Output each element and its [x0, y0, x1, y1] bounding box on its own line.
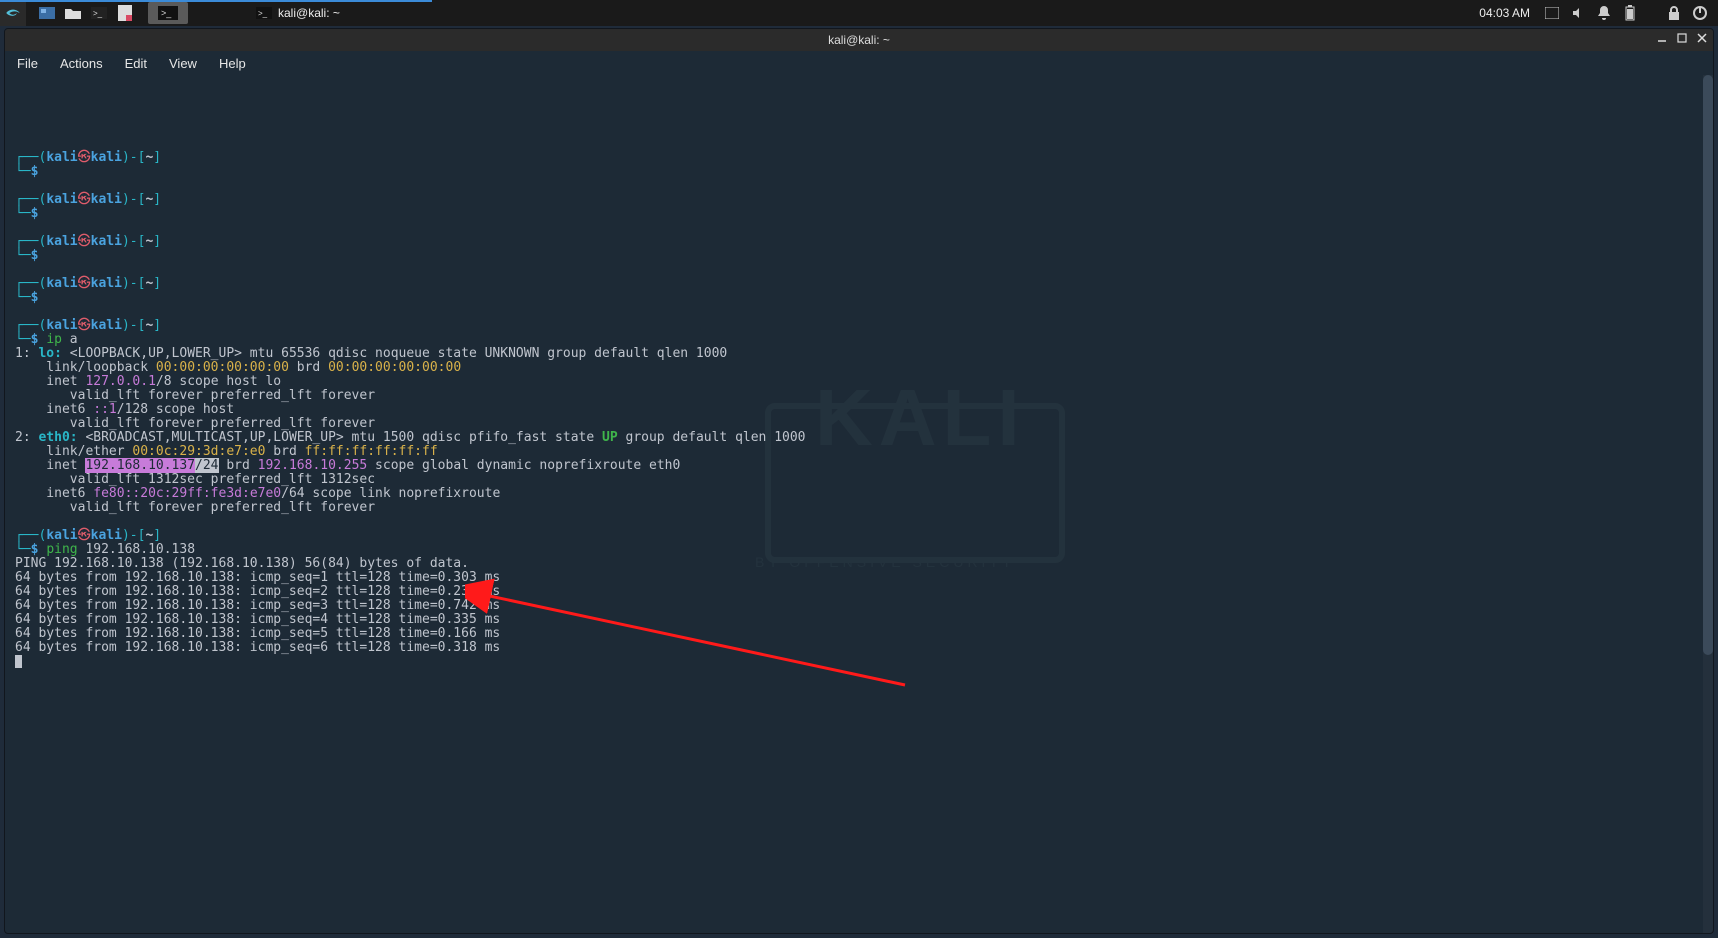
- window-close-button[interactable]: [1695, 31, 1709, 45]
- ping-line: 64 bytes from 192.168.10.138: icmp_seq=1…: [15, 570, 500, 585]
- ping-header: PING 192.168.10.138 (192.168.10.138) 56(…: [15, 556, 469, 571]
- terminal-output: ┌──(kali㉿kali)-[~] └─$ ┌──(kali㉿kali)-[~…: [15, 151, 1713, 670]
- taskbar-title-text: kali@kali: ~: [278, 6, 340, 20]
- power-icon[interactable]: [1692, 5, 1708, 21]
- scrollbar-thumb[interactable]: [1703, 75, 1713, 655]
- ping-line: 64 bytes from 192.168.10.138: icmp_seq=5…: [15, 626, 500, 641]
- terminal-launcher-icon[interactable]: >_: [86, 0, 112, 26]
- window-maximize-button[interactable]: [1675, 31, 1689, 45]
- cmd-ping: ping: [46, 542, 77, 557]
- terminal-cursor: [15, 655, 22, 668]
- ping-line: 64 bytes from 192.168.10.138: icmp_seq=4…: [15, 612, 500, 627]
- menu-edit[interactable]: Edit: [125, 56, 147, 71]
- taskbar-item-terminal-title[interactable]: >_ kali@kali: ~: [250, 2, 350, 24]
- menu-help[interactable]: Help: [219, 56, 246, 71]
- top-panel: >_ >_ >_ kali@kali: ~ 04:03 AM: [0, 0, 1718, 26]
- window-title: kali@kali: ~: [828, 33, 890, 47]
- menubar: File Actions Edit View Help: [5, 51, 1713, 75]
- panel-clock[interactable]: 04:03 AM: [1479, 6, 1530, 20]
- selected-ip: 192.168.10.137: [85, 458, 195, 473]
- file-manager-icon[interactable]: [60, 0, 86, 26]
- ping-line: 64 bytes from 192.168.10.138: icmp_seq=6…: [15, 640, 500, 655]
- app-menu-icon[interactable]: [0, 0, 26, 26]
- show-desktop-icon[interactable]: [34, 0, 60, 26]
- menu-actions[interactable]: Actions: [60, 56, 103, 71]
- menu-file[interactable]: File: [17, 56, 38, 71]
- cmd-ip: ip: [46, 332, 62, 347]
- panel-active-indicator: [0, 0, 432, 2]
- notifications-icon[interactable]: [1596, 5, 1612, 21]
- workspace-switcher-icon[interactable]: [1544, 5, 1560, 21]
- taskbar-item-terminal[interactable]: >_: [148, 2, 188, 24]
- svg-text:>_: >_: [258, 9, 268, 18]
- battery-icon[interactable]: [1622, 5, 1638, 21]
- volume-icon[interactable]: [1570, 5, 1586, 21]
- lock-icon[interactable]: [1666, 5, 1682, 21]
- svg-text:>_: >_: [161, 8, 172, 18]
- ping-line: 64 bytes from 192.168.10.138: icmp_seq=3…: [15, 598, 500, 613]
- text-editor-icon[interactable]: [112, 0, 138, 26]
- ping-line: 64 bytes from 192.168.10.138: icmp_seq=2…: [15, 584, 500, 599]
- terminal-window: kali@kali: ~ File Actions Edit View Help…: [4, 28, 1714, 934]
- svg-text:>_: >_: [93, 9, 103, 18]
- window-titlebar[interactable]: kali@kali: ~: [5, 29, 1713, 51]
- terminal-body[interactable]: KALI BY OFFENSIVE SECURITY ┌──(kali㉿kali…: [5, 75, 1713, 933]
- window-minimize-button[interactable]: [1655, 31, 1669, 45]
- scrollbar-track[interactable]: [1703, 75, 1713, 933]
- menu-view[interactable]: View: [169, 56, 197, 71]
